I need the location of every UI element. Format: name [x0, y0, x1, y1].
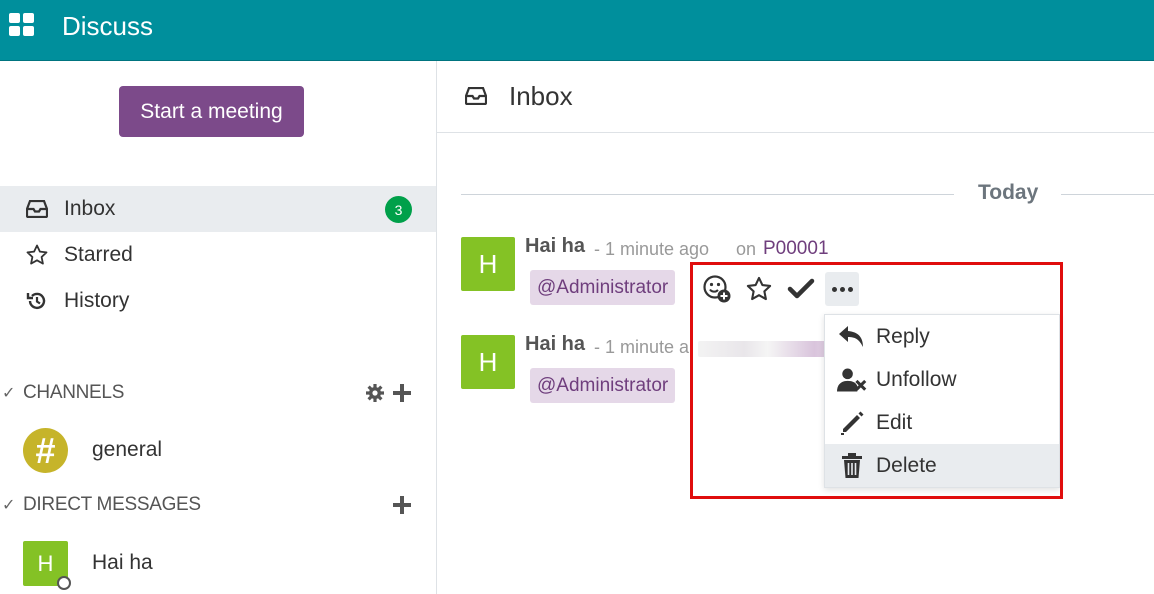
- chevron-down-icon[interactable]: ✓: [2, 383, 15, 403]
- direct-messages-section-header[interactable]: ✓ DIRECT MESSAGES: [0, 491, 436, 521]
- unread-count-badge: 3: [385, 196, 412, 223]
- star-icon[interactable]: [742, 272, 776, 306]
- more-dots-icon[interactable]: [825, 272, 859, 306]
- menu-item-label: Reply: [876, 324, 930, 348]
- chevron-down-icon[interactable]: ✓: [2, 495, 15, 515]
- unfollow-user-icon: [837, 365, 867, 395]
- star-icon: [25, 243, 49, 267]
- channel-item-general[interactable]: # general: [0, 424, 436, 476]
- message-author[interactable]: Hai ha: [525, 333, 585, 356]
- sidebar-item-inbox[interactable]: Inbox 3: [0, 186, 436, 232]
- message-origin-prefix: on: [736, 239, 757, 259]
- reply-menu-item[interactable]: Reply: [825, 315, 1059, 358]
- trash-icon: [837, 451, 867, 481]
- delete-menu-item[interactable]: Delete: [825, 444, 1059, 487]
- message-date: - 1 minute ago: [594, 239, 710, 259]
- inbox-icon: [464, 86, 488, 107]
- message-date: - 1 minute a: [594, 337, 690, 357]
- record-link[interactable]: P00001: [763, 238, 829, 260]
- inbox-icon: [25, 197, 49, 221]
- add-channel-icon[interactable]: [393, 384, 411, 402]
- top-bar: Discuss: [0, 0, 1154, 61]
- message-action-toolbar: [694, 269, 864, 309]
- avatar[interactable]: H: [461, 237, 515, 291]
- channel-name: general: [92, 438, 163, 461]
- sidebar-item-label: Starred: [64, 243, 133, 266]
- direct-messages-title: DIRECT MESSAGES: [23, 494, 201, 515]
- history-icon: [25, 289, 49, 313]
- add-reaction-icon[interactable]: [700, 272, 734, 306]
- start-meeting-button[interactable]: Start a meeting: [119, 86, 304, 137]
- page-title: Inbox: [509, 81, 573, 111]
- app-title: Discuss: [62, 11, 154, 41]
- sidebar-item-label: History: [64, 289, 130, 312]
- avatar[interactable]: H: [461, 335, 515, 389]
- channels-title: CHANNELS: [23, 382, 125, 403]
- sidebar-item-starred[interactable]: Starred: [0, 232, 436, 278]
- menu-item-label: Delete: [876, 453, 937, 477]
- edit-menu-item[interactable]: Edit: [825, 401, 1059, 444]
- day-separator: Today: [461, 181, 1154, 211]
- check-icon[interactable]: [784, 272, 818, 306]
- main-header: Inbox: [437, 61, 1154, 133]
- sidebar-item-label: Inbox: [64, 197, 116, 220]
- dm-item-hai-ha[interactable]: H Hai ha: [0, 539, 436, 591]
- message-author[interactable]: Hai ha: [525, 235, 585, 258]
- apps-grid-icon[interactable]: [9, 13, 35, 37]
- reply-icon: [837, 322, 867, 352]
- offline-status-icon: [57, 576, 71, 590]
- unfollow-menu-item[interactable]: Unfollow: [825, 358, 1059, 401]
- menu-item-label: Edit: [876, 410, 913, 434]
- menu-item-label: Unfollow: [876, 367, 957, 391]
- mention-partner[interactable]: @Administrator: [530, 270, 676, 305]
- day-separator-label: Today: [978, 181, 1039, 204]
- gear-icon[interactable]: [365, 383, 385, 403]
- channel-hash-icon: #: [23, 428, 68, 473]
- pencil-icon: [837, 408, 867, 438]
- add-direct-message-icon[interactable]: [393, 496, 411, 514]
- channels-section-header[interactable]: ✓ CHANNELS: [0, 379, 436, 409]
- sidebar-item-history[interactable]: History: [0, 278, 436, 324]
- dm-name: Hai ha: [92, 551, 153, 574]
- mention-partner[interactable]: @Administrator: [530, 368, 676, 403]
- message-actions-dropdown: Reply Unfollow Edit Delete: [824, 314, 1060, 488]
- sidebar: Start a meeting Inbox 3 Starred History …: [0, 61, 437, 594]
